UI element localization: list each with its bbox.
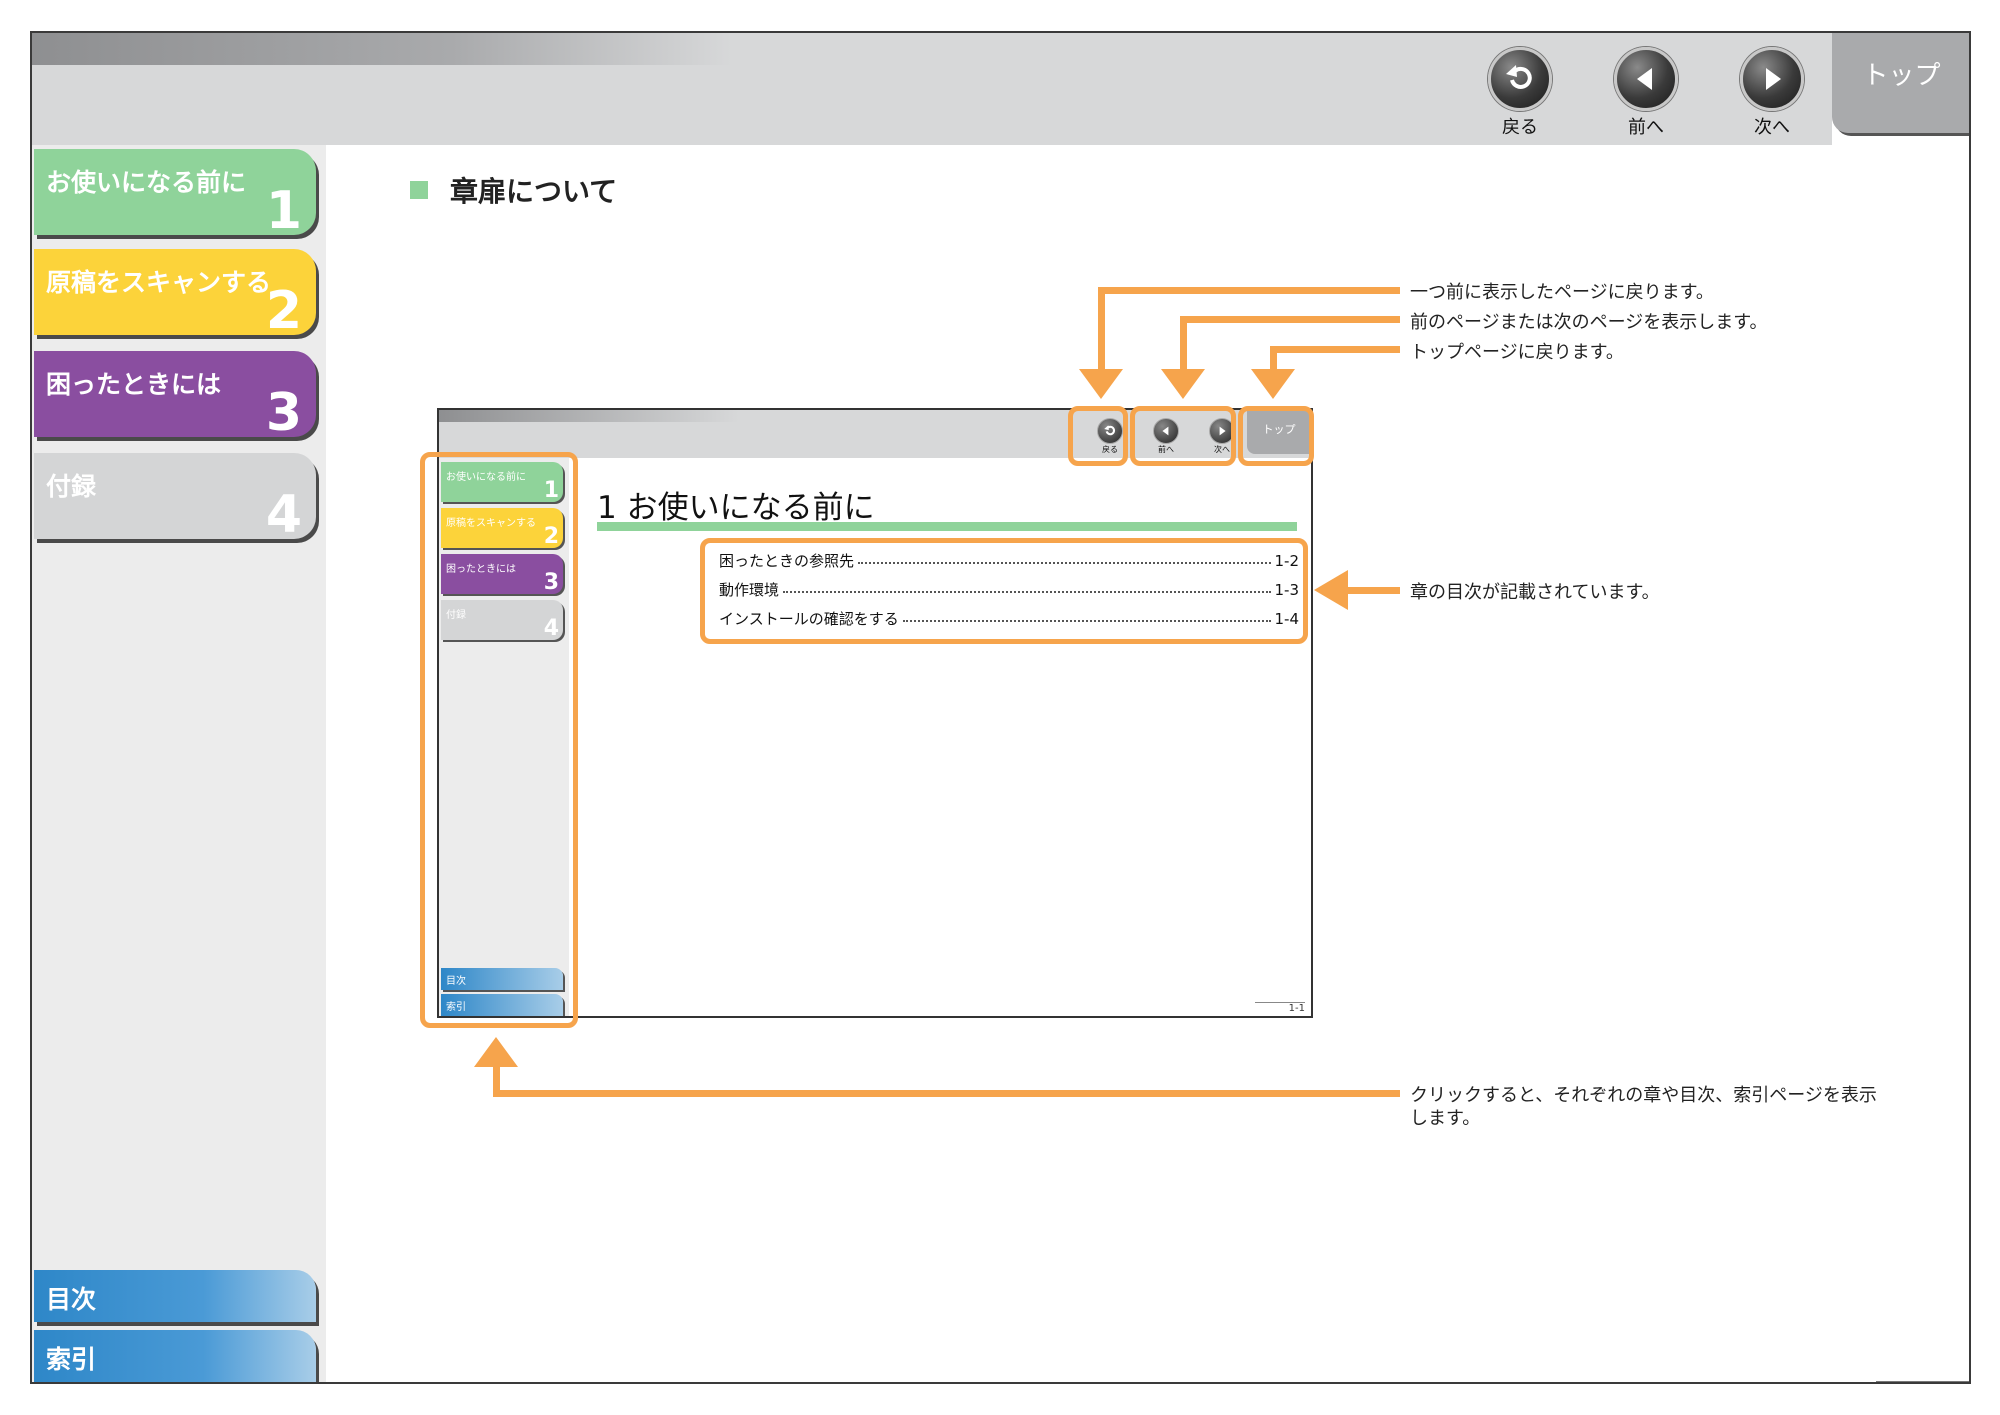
leader-prevnext-h bbox=[1180, 316, 1400, 323]
leader-back-v bbox=[1098, 287, 1105, 371]
leader-top-v bbox=[1270, 346, 1277, 371]
next-arrow-icon bbox=[1740, 47, 1804, 111]
prev-arrow-icon bbox=[1614, 47, 1678, 111]
highlight-top bbox=[1238, 406, 1314, 466]
sidebar-chapter-2[interactable]: 原稿をスキャンする 2 bbox=[34, 249, 316, 341]
sidebar-index-button[interactable]: 索引 bbox=[34, 1330, 316, 1382]
prev-button-label: 前へ bbox=[1628, 117, 1664, 138]
leader-prevnext-v bbox=[1180, 316, 1187, 371]
top-navigation-bar: 戻る 前へ 次へ bbox=[32, 33, 1832, 145]
highlight-sidebar bbox=[420, 452, 578, 1028]
highlight-toc bbox=[700, 538, 1308, 644]
toc-button-label: 目次 bbox=[46, 1285, 97, 1314]
leader-sidebar-h bbox=[493, 1090, 1400, 1097]
preview-page-number: 1-1 bbox=[1255, 1002, 1305, 1014]
sidebar-chapter-1[interactable]: お使いになる前に 1 bbox=[34, 149, 316, 241]
chapter-2-label: 原稿をスキャンする bbox=[46, 268, 272, 297]
sidebar-chapter-3[interactable]: 困ったときには 3 bbox=[34, 351, 316, 443]
annotation-top: トップページに戻ります。 bbox=[1410, 342, 1624, 363]
annotation-sidebar-line2: します。 bbox=[1410, 1108, 1481, 1129]
chapter-sidebar: お使いになる前に 1 原稿をスキャンする 2 困ったときには 3 付録 4 目次… bbox=[32, 145, 326, 1382]
leader-sidebar-v bbox=[493, 1066, 500, 1097]
section-title-text: 章扉について bbox=[450, 175, 618, 208]
sidebar-chapter-4[interactable]: 付録 4 bbox=[34, 453, 316, 545]
index-button-label: 索引 bbox=[46, 1345, 97, 1374]
next-button-label: 次へ bbox=[1754, 117, 1790, 138]
preview-topbar-gradient bbox=[439, 410, 739, 422]
chapter-1-label: お使いになる前に bbox=[46, 168, 247, 197]
arrow-down-icon bbox=[1079, 369, 1123, 399]
back-button-label: 戻る bbox=[1502, 117, 1538, 138]
back-button[interactable]: 戻る bbox=[1480, 47, 1560, 139]
next-button[interactable]: 次へ bbox=[1732, 47, 1812, 139]
chapter-3-number: 3 bbox=[265, 383, 302, 443]
annotation-back: 一つ前に表示したページに戻ります。 bbox=[1410, 282, 1714, 303]
page-number: vi bbox=[1876, 1381, 1969, 1382]
arrow-down-icon bbox=[1161, 369, 1205, 399]
highlight-prevnext bbox=[1130, 406, 1236, 466]
preview-chapter-title: 1 お使いになる前に bbox=[597, 490, 875, 526]
highlight-back bbox=[1068, 406, 1128, 466]
back-arrow-icon bbox=[1488, 47, 1552, 111]
section-title: 章扉について bbox=[410, 170, 617, 210]
chapter-2-number: 2 bbox=[265, 281, 302, 341]
chapter-3-label: 困ったときには bbox=[46, 370, 222, 399]
leader-top-h bbox=[1270, 346, 1400, 353]
sidebar-toc-button[interactable]: 目次 bbox=[34, 1270, 316, 1322]
preview-title-underline bbox=[597, 522, 1297, 531]
topbar-gradient bbox=[32, 33, 732, 65]
chapter-4-number: 4 bbox=[265, 485, 302, 545]
annotation-toc: 章の目次が記載されています。 bbox=[1410, 582, 1660, 603]
arrow-left-icon bbox=[1314, 570, 1348, 610]
arrow-down-icon bbox=[1251, 369, 1295, 399]
top-page-tab-label: トップ bbox=[1862, 61, 1941, 91]
top-page-tab[interactable]: トップ bbox=[1832, 33, 1969, 133]
chapter-4-label: 付録 bbox=[46, 472, 97, 501]
arrow-up-icon bbox=[474, 1037, 518, 1067]
chapter-1-number: 1 bbox=[265, 181, 302, 241]
leader-toc-h bbox=[1346, 587, 1400, 594]
leader-back-h bbox=[1098, 287, 1400, 294]
prev-button[interactable]: 前へ bbox=[1606, 47, 1686, 139]
green-square-icon bbox=[410, 181, 428, 199]
annotation-prevnext: 前のページまたは次のページを表示します。 bbox=[1410, 312, 1768, 333]
